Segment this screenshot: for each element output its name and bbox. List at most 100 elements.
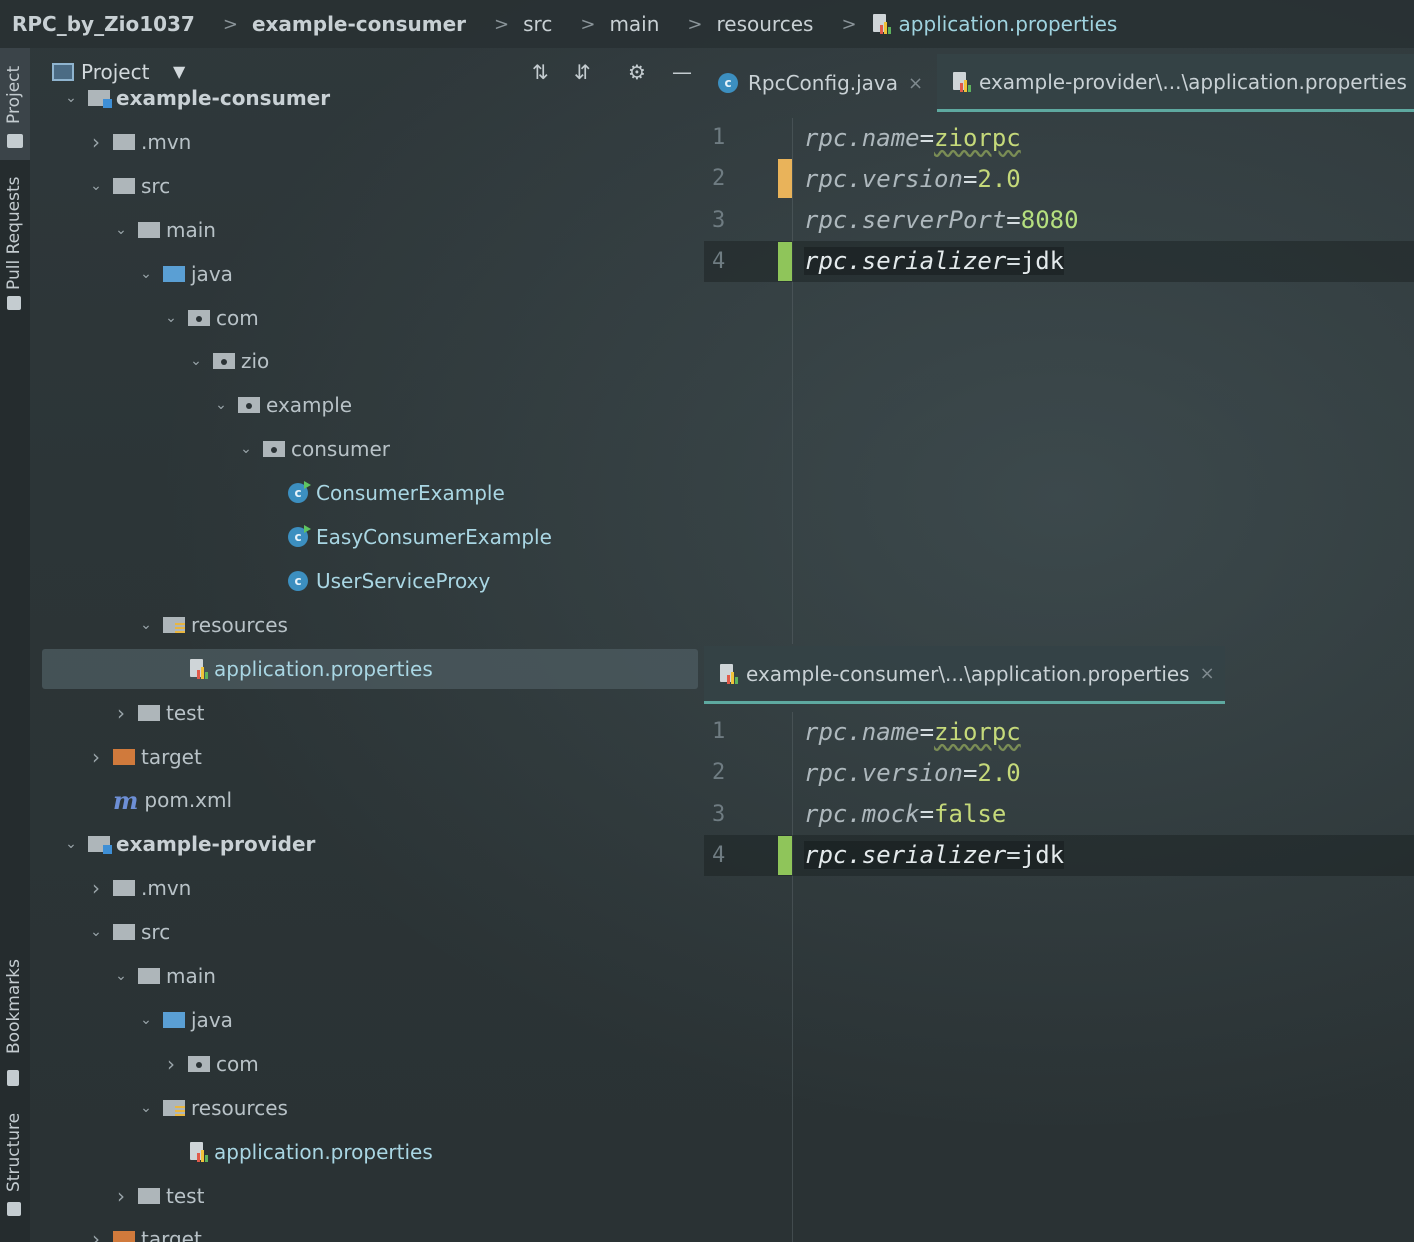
tree-item[interactable]: › test xyxy=(30,1174,704,1218)
code-text: rpc.name=ziorpc xyxy=(804,718,1021,746)
chevron-down-icon[interactable]: ⌄ xyxy=(114,222,128,238)
breadcrumb-project[interactable]: RPC_by_Zio1037 xyxy=(12,12,195,36)
breadcrumb-resources[interactable]: resources xyxy=(717,12,814,36)
chevron-down-icon[interactable]: ⌄ xyxy=(139,266,153,282)
tree-item[interactable]: ⌄ consumer xyxy=(30,427,704,471)
folder-icon xyxy=(113,133,135,150)
code-text: rpc.mock=false xyxy=(804,800,1006,828)
chevron-down-icon[interactable]: ⌄ xyxy=(239,441,253,457)
tree-item[interactable]: m pom.xml xyxy=(30,778,704,822)
tool-structure[interactable]: Structure xyxy=(0,1110,30,1236)
tree-item[interactable]: application.properties xyxy=(30,1130,704,1174)
code-line[interactable]: 2 rpc.version=2.0 xyxy=(704,752,1414,793)
tool-bookmarks[interactable]: Bookmarks xyxy=(0,959,30,1092)
excluded-folder-icon xyxy=(113,1231,135,1242)
code-line[interactable]: 1 rpc.name=ziorpc xyxy=(704,711,1414,752)
chevron-down-icon[interactable]: ⌄ xyxy=(214,397,228,413)
code-line[interactable]: 3 rpc.serverPort=8080 xyxy=(704,200,1414,241)
tree-item[interactable]: ⌄ example xyxy=(30,383,704,427)
chevron-down-icon[interactable]: ⌄ xyxy=(139,617,153,633)
tree-item[interactable]: ⌄ java xyxy=(30,998,704,1042)
breadcrumb-module[interactable]: example-consumer xyxy=(252,12,466,36)
code-line[interactable]: 2 rpc.version=2.0 xyxy=(704,158,1414,199)
breadcrumb-file[interactable]: application.properties xyxy=(899,12,1118,36)
chevron-down-icon[interactable]: ⌄ xyxy=(64,836,78,852)
breadcrumb-main[interactable]: main xyxy=(609,12,659,36)
tree-item[interactable]: ⌄ main xyxy=(30,954,704,998)
chevron-down-icon[interactable]: ⌄ xyxy=(64,90,78,106)
chevron-right-icon[interactable]: › xyxy=(89,745,103,769)
chevron-down-icon[interactable]: ⌄ xyxy=(114,968,128,984)
code-line[interactable]: 3 rpc.mock=false xyxy=(704,794,1414,835)
tree-item[interactable]: › com xyxy=(30,1042,704,1086)
line-number: 3 xyxy=(712,207,726,233)
equals-sign: = xyxy=(1006,247,1021,276)
tree-item[interactable]: › test xyxy=(30,691,704,735)
tree-item[interactable]: ⌄ src xyxy=(30,164,704,208)
property-value: jdk xyxy=(1020,841,1065,870)
tree-item-label: java xyxy=(191,1007,233,1032)
editor-tab-label: RpcConfig.java xyxy=(748,71,899,95)
tree-item[interactable]: ⌄ main xyxy=(30,208,704,252)
tool-bookmarks-label: Bookmarks xyxy=(4,959,24,1054)
chevron-down-icon[interactable]: ⌄ xyxy=(189,353,203,369)
tree-item[interactable]: c UserServiceProxy xyxy=(30,559,704,603)
chevron-right-icon[interactable]: › xyxy=(89,130,103,154)
code-line[interactable]: 4 rpc.serializer=jdk xyxy=(704,240,1414,282)
tree-item[interactable]: ⌄ java xyxy=(30,252,704,296)
editor-tab[interactable]: example-provider\...\application.propert… xyxy=(937,54,1414,112)
chevron-right-icon[interactable]: › xyxy=(114,1184,128,1208)
tree-item[interactable]: › .mvn xyxy=(30,120,704,164)
editor-top-tabs: c RpcConfig.java × example-provider\...\app… xyxy=(704,48,1414,112)
code-line[interactable]: 1 rpc.name=ziorpc xyxy=(704,117,1414,158)
tree-item[interactable]: c EasyConsumerExample xyxy=(30,515,704,559)
tree-item[interactable]: ⌄ example-consumer xyxy=(30,76,704,120)
chevron-down-icon[interactable]: ⌄ xyxy=(89,178,103,194)
chevron-right-icon: > xyxy=(580,13,596,35)
editor-tab[interactable]: example-consumer\...\application.propert… xyxy=(704,646,1225,704)
bookmark-icon xyxy=(7,1070,19,1086)
tool-pull-requests-label: Pull Requests xyxy=(4,176,24,291)
folder-icon xyxy=(113,880,135,897)
modified-line-marker[interactable] xyxy=(778,159,792,199)
tree-item[interactable]: › .mvn xyxy=(30,866,704,910)
tree-item[interactable]: c ConsumerExample xyxy=(30,471,704,515)
tree-item[interactable]: ⌄ com xyxy=(30,296,704,340)
tree-item[interactable]: application.properties xyxy=(30,647,704,691)
close-icon[interactable]: × xyxy=(908,73,923,94)
resources-folder-icon xyxy=(163,1099,185,1118)
tool-pull-requests[interactable]: Pull Requests xyxy=(0,172,30,322)
chevron-down-icon[interactable]: ⌄ xyxy=(164,310,178,326)
tree-item[interactable]: ⌄ zio xyxy=(30,339,704,383)
equals-sign: = xyxy=(962,758,978,787)
tree-item[interactable]: ⌄ resources xyxy=(30,1086,704,1130)
code-text: rpc.serverPort=8080 xyxy=(804,206,1079,234)
tool-project[interactable]: Project xyxy=(0,48,30,160)
breadcrumb: RPC_by_Zio1037 > example-consumer > src … xyxy=(0,0,1414,48)
chevron-right-icon[interactable]: › xyxy=(164,1052,178,1076)
code-line[interactable]: 4 rpc.serializer=jdk xyxy=(704,834,1414,876)
added-line-marker[interactable] xyxy=(778,241,792,281)
tool-window-strip: Project Pull Requests Bookmarks Structur… xyxy=(0,48,30,1242)
close-icon[interactable]: × xyxy=(1200,663,1215,684)
code-text: rpc.name=ziorpc xyxy=(804,124,1021,152)
chevron-right-icon: > xyxy=(494,13,510,35)
properties-file-icon xyxy=(951,71,971,92)
tree-item[interactable]: ⌄ src xyxy=(30,910,704,954)
tree-item[interactable]: ⌄ resources xyxy=(30,603,704,647)
chevron-down-icon[interactable]: ⌄ xyxy=(89,924,103,940)
added-line-marker[interactable] xyxy=(778,835,792,875)
tree-item-label: consumer xyxy=(291,437,391,462)
chevron-right-icon[interactable]: › xyxy=(114,701,128,725)
chevron-down-icon[interactable]: ⌄ xyxy=(139,1012,153,1028)
chevron-right-icon[interactable]: › xyxy=(89,1227,103,1242)
breadcrumb-src[interactable]: src xyxy=(523,12,552,36)
tree-item[interactable]: › target xyxy=(30,735,704,779)
package-icon xyxy=(238,397,260,414)
equals-sign: = xyxy=(962,164,978,193)
editor-tab[interactable]: c RpcConfig.java × xyxy=(704,54,933,112)
tree-item[interactable]: › target xyxy=(30,1217,704,1242)
tree-item[interactable]: ⌄ example-provider xyxy=(30,822,704,866)
chevron-right-icon[interactable]: › xyxy=(89,876,103,900)
chevron-down-icon[interactable]: ⌄ xyxy=(139,1100,153,1116)
